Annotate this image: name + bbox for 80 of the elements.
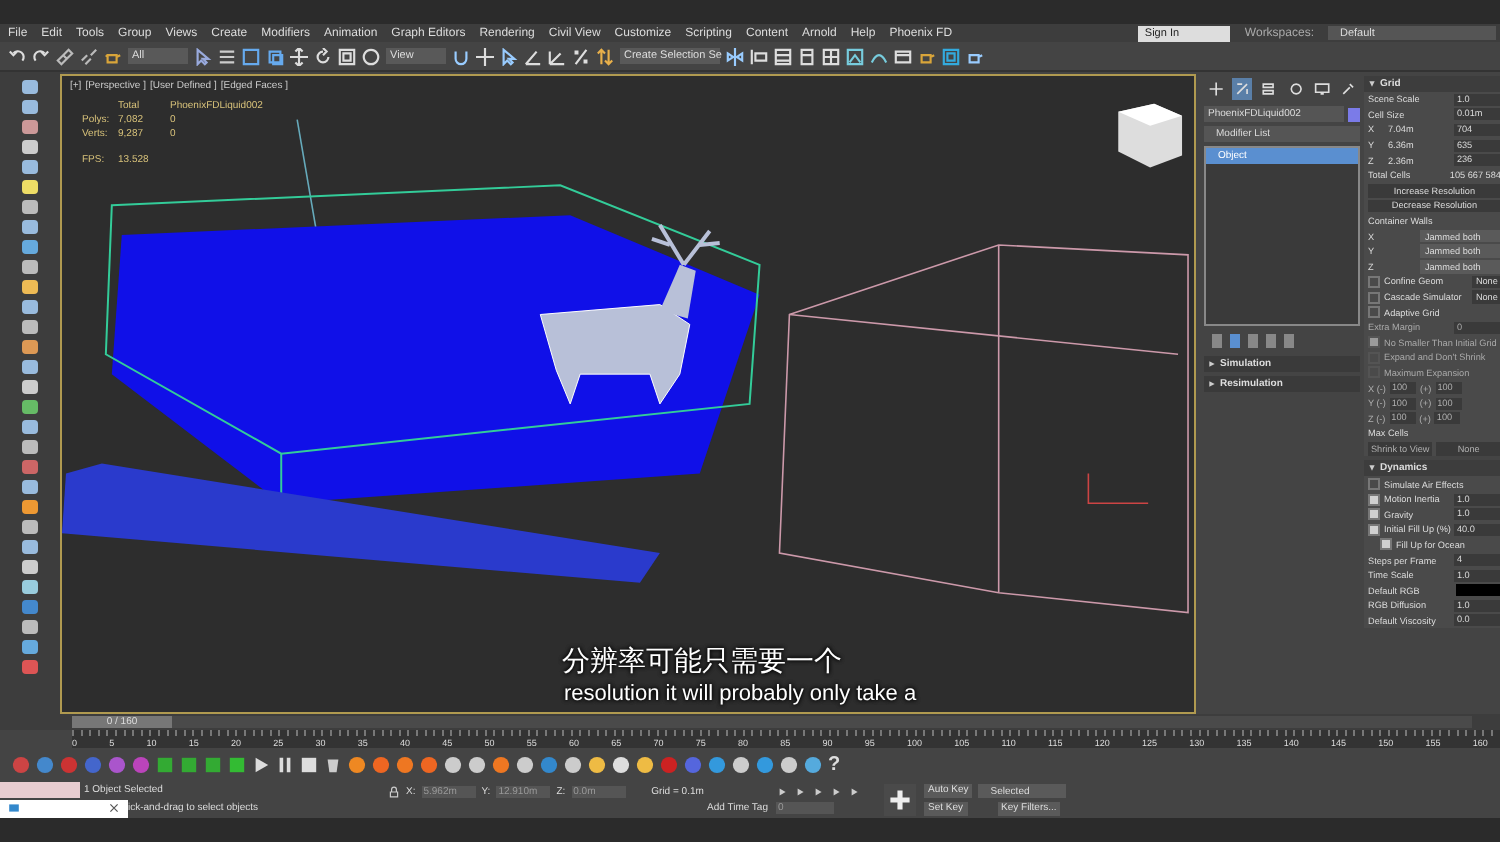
render-icon[interactable] <box>942 47 960 65</box>
triangle-icon <box>1208 360 1216 368</box>
curved-arrow-icon[interactable] <box>8 47 26 65</box>
circle-icon[interactable] <box>756 755 774 773</box>
circle-icon[interactable] <box>492 755 510 773</box>
scale-icon[interactable] <box>338 47 356 65</box>
window-icon[interactable] <box>8 802 20 814</box>
stop-icon[interactable] <box>300 755 318 773</box>
circle-icon[interactable] <box>636 755 654 773</box>
lock-icon[interactable] <box>388 785 400 797</box>
curved-arrow-icon[interactable] <box>32 47 50 65</box>
cross-arrows-icon[interactable] <box>290 47 308 65</box>
table-icon[interactable] <box>774 47 792 65</box>
circle-icon[interactable] <box>588 755 606 773</box>
square-icon[interactable] <box>180 755 198 773</box>
checkbox[interactable] <box>1368 493 1380 506</box>
circle-icon[interactable] <box>708 755 726 773</box>
key-plus-button[interactable] <box>884 783 916 815</box>
square-icon[interactable] <box>228 755 246 773</box>
chain-icon[interactable] <box>80 47 98 65</box>
motion-tab[interactable] <box>1285 78 1306 100</box>
circle-icon[interactable] <box>516 755 534 773</box>
circle-icon[interactable] <box>372 755 390 773</box>
mirror-icon[interactable] <box>726 47 744 65</box>
grid-icon[interactable] <box>822 47 840 65</box>
status-swatch <box>0 782 80 798</box>
list-icon[interactable] <box>218 47 236 65</box>
pause-icon[interactable] <box>276 755 294 773</box>
chain-icon[interactable] <box>56 47 74 65</box>
close-icon[interactable] <box>108 802 120 814</box>
utilities-tab[interactable] <box>1337 78 1359 100</box>
checkbox[interactable] <box>1368 306 1380 319</box>
checkbox[interactable] <box>1368 508 1380 521</box>
triangle-icon <box>1368 80 1376 88</box>
window-icon[interactable] <box>894 47 912 65</box>
subtitle: 分辨率可能只需要一个 <box>562 644 842 680</box>
spinner-arrows-icon[interactable] <box>596 47 614 65</box>
circle-icon[interactable] <box>396 755 414 773</box>
circle-icon[interactable] <box>732 755 750 773</box>
align-icon[interactable] <box>750 47 768 65</box>
checkbox[interactable] <box>1368 275 1380 288</box>
circle-icon[interactable] <box>612 755 630 773</box>
circle-icon[interactable] <box>468 755 486 773</box>
color-swatch[interactable] <box>1456 584 1500 597</box>
object-color-swatch[interactable] <box>1348 107 1360 121</box>
help-icon[interactable]: ? <box>828 753 841 775</box>
checkbox[interactable] <box>1368 523 1380 536</box>
square-icon[interactable] <box>204 755 222 773</box>
checkbox[interactable] <box>1368 478 1380 491</box>
play-icon[interactable] <box>252 755 270 773</box>
table-icon[interactable] <box>798 47 816 65</box>
subtitle: resolution it will probably only take a <box>564 682 917 706</box>
percent-icon[interactable] <box>572 47 590 65</box>
cursor-icon[interactable] <box>500 47 518 65</box>
checkbox[interactable] <box>1368 291 1380 304</box>
circle-icon[interactable] <box>348 755 366 773</box>
angle-icon[interactable] <box>548 47 566 65</box>
taskbar-popup[interactable] <box>0 799 128 817</box>
create-tab[interactable] <box>1206 78 1227 100</box>
angle-icon[interactable] <box>524 47 542 65</box>
modify-tab[interactable] <box>1232 78 1253 100</box>
circle-icon[interactable] <box>780 755 798 773</box>
cross-arrows-icon[interactable] <box>476 47 494 65</box>
view-cube-icon[interactable] <box>1118 103 1183 168</box>
circle-icon[interactable] <box>804 755 822 773</box>
triangle-icon <box>1208 380 1216 388</box>
sphere-icon[interactable] <box>362 47 380 65</box>
rotate-icon[interactable] <box>314 47 332 65</box>
circle-icon[interactable] <box>564 755 582 773</box>
circle-icon[interactable] <box>420 755 438 773</box>
magnet-icon[interactable] <box>452 47 470 65</box>
triangle-icon <box>1368 464 1376 473</box>
trash-icon[interactable] <box>324 755 342 773</box>
image-icon[interactable] <box>846 47 864 65</box>
square-icon[interactable] <box>156 755 174 773</box>
cursor-icon[interactable] <box>194 47 212 65</box>
checkbox[interactable] <box>1380 538 1392 551</box>
hierarchy-tab[interactable] <box>1258 78 1280 100</box>
display-tab[interactable] <box>1311 78 1332 100</box>
circle-icon[interactable] <box>444 755 462 773</box>
